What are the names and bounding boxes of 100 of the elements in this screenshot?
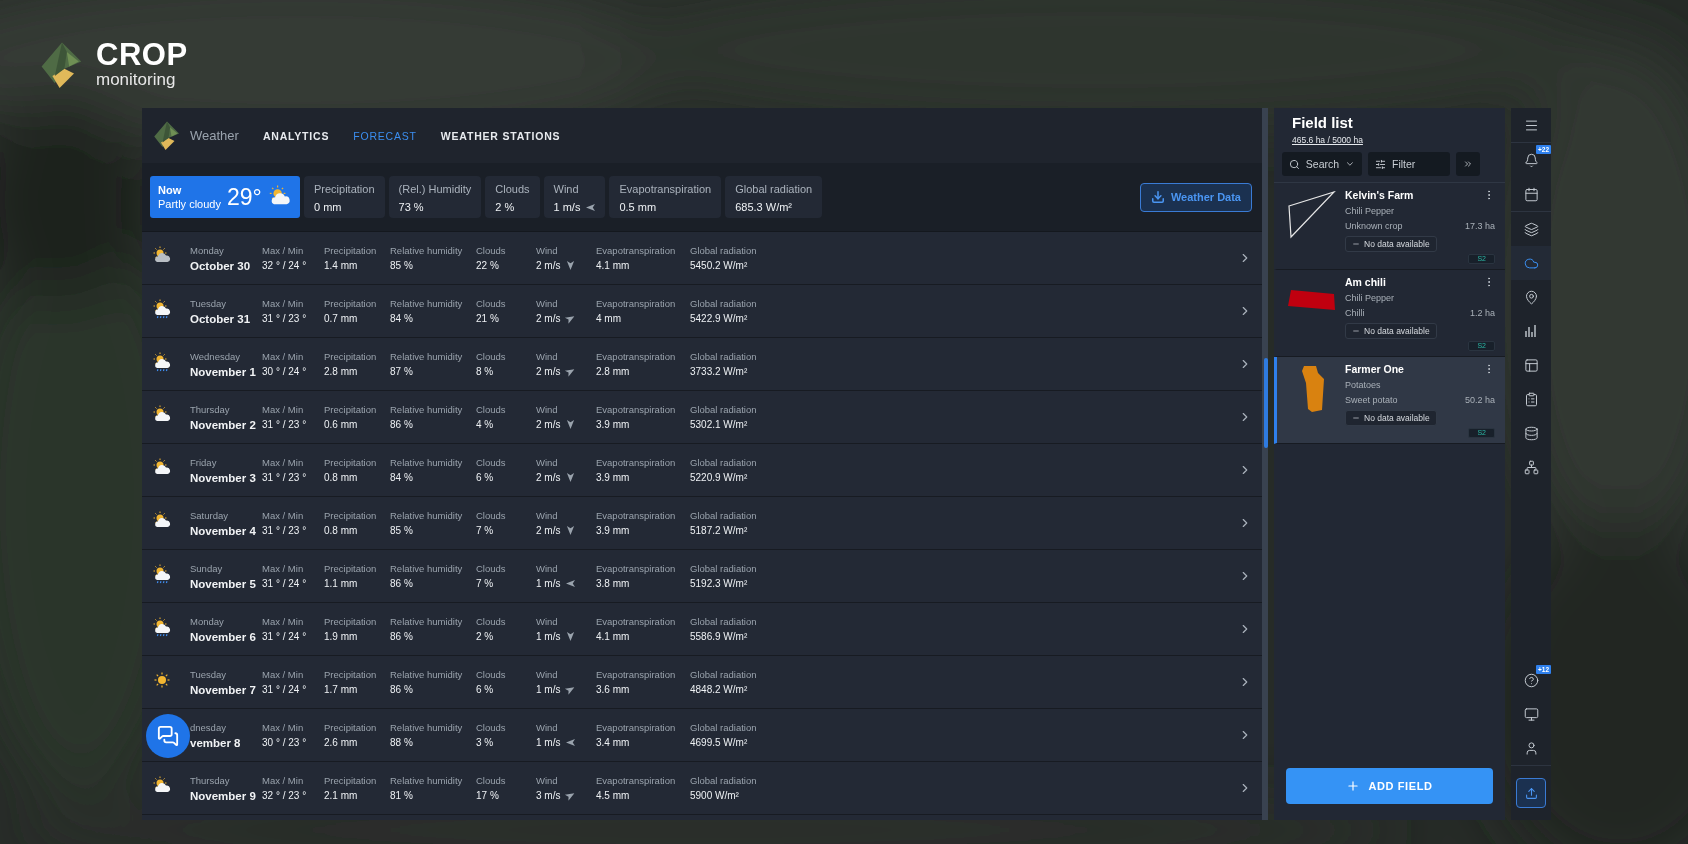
cell-label: Relative humidity [390, 775, 464, 786]
cell-value: 5192.3 W/m² [690, 578, 748, 589]
cell-value: 31 ° / 24 ° [262, 684, 307, 695]
cell-value: 3 m/s [536, 790, 561, 801]
date: vember 8 [190, 736, 242, 749]
cell-value: 2.8 mm [324, 366, 358, 377]
field-area: 50.2 ha [1464, 395, 1495, 405]
cell-label: Max / Min [262, 722, 305, 733]
cell-value: 1 m/s [536, 631, 561, 642]
cell-value: 5450.2 W/m² [690, 260, 748, 271]
cell-label: Global radiation [690, 669, 758, 680]
cell-label: Clouds [476, 616, 507, 627]
search-dropdown[interactable]: Search [1282, 152, 1362, 176]
day-name: Wednesday [190, 350, 241, 362]
cell-value: 1 m/s [536, 737, 561, 748]
cell-label: Relative humidity [390, 351, 464, 362]
cell-label: Precipitation [324, 298, 378, 309]
cell-value: 0.8 mm [324, 472, 358, 483]
crop-name: Chili Pepper [1345, 293, 1396, 303]
cell-label: Max / Min [262, 616, 305, 627]
weather-icon [152, 352, 172, 372]
upload-icon [1524, 786, 1538, 800]
cell-label: Evapotranspiration [596, 245, 677, 256]
stat-label: (Rel.) Humidity [398, 183, 472, 195]
cell-value: 0.8 mm [324, 525, 358, 536]
nav-tab[interactable]: ANALYTICS [262, 125, 330, 146]
cell-value: 1 m/s [536, 578, 561, 589]
cell-value: 4.5 mm [596, 790, 630, 801]
day-name: Thursday [190, 403, 231, 415]
cell-value: 86 % [390, 684, 413, 695]
filter-button[interactable]: Filter [1368, 152, 1450, 176]
cell-value: 86 % [390, 578, 413, 589]
cell-value: 31 ° / 23 ° [262, 313, 307, 324]
cell-label: Precipitation [324, 510, 378, 521]
date: November 2 [190, 418, 257, 431]
cell-label: Precipitation [324, 404, 378, 415]
cell-value: 4 mm [596, 313, 621, 324]
date: October 30 [190, 259, 252, 272]
cell-label: Global radiation [690, 351, 758, 362]
date: November 3 [190, 471, 257, 484]
cell-value: 31 ° / 24 ° [262, 631, 307, 642]
field-name: Kelvin's Farm [1345, 189, 1414, 201]
stat-label: Evapotranspiration [619, 183, 712, 195]
caret-icon [1345, 159, 1355, 169]
field-name: Farmer One [1345, 363, 1404, 375]
cell-label: Relative humidity [390, 616, 464, 627]
weather-data-button[interactable]: Weather Data [1139, 182, 1252, 212]
cell-value: 2 m/s [536, 366, 561, 377]
cell-value: 5422.9 W/m² [690, 313, 748, 324]
cell-value: 85 % [390, 525, 413, 536]
upload-button[interactable] [1516, 778, 1546, 808]
stat-value: 0 mm [314, 201, 342, 213]
cell-label: Wind [536, 245, 559, 256]
wind-arrow-icon [566, 420, 576, 429]
date: November 5 [190, 577, 257, 590]
cell-label: Clouds [476, 404, 507, 415]
cell-label: Clouds [476, 722, 507, 733]
scrollbar[interactable] [1262, 108, 1268, 820]
bell-icon [1523, 152, 1539, 168]
day-name: Friday [190, 456, 218, 468]
cell-value: 84 % [390, 313, 413, 324]
cell-label: Precipitation [324, 722, 378, 733]
cell-value: 1.7 mm [324, 684, 358, 695]
search-icon [1289, 158, 1300, 170]
date: November 4 [190, 524, 257, 537]
cell-value: 3.4 mm [596, 737, 630, 748]
nav-tab[interactable]: WEATHER STATIONS [440, 125, 561, 146]
cell-label: Global radiation [690, 245, 758, 256]
area-link[interactable]: 465.6 ha / 5000 ha [1292, 135, 1497, 145]
cell-value: 86 % [390, 419, 413, 430]
cell-value: 1.9 mm [324, 631, 358, 642]
cell-value: 2.1 mm [324, 790, 358, 801]
stat-label: Precipitation [314, 183, 375, 195]
cell-value: 5586.9 W/m² [690, 631, 748, 642]
cell-label: Wind [536, 563, 559, 574]
scrollbar-thumb[interactable] [1264, 358, 1268, 448]
cell-label: Global radiation [690, 510, 758, 521]
cloud-icon[interactable] [1511, 246, 1551, 280]
cell-value: 7 % [476, 525, 494, 536]
cell-value: 8 % [476, 366, 494, 377]
field-area: 17.3 ha [1464, 221, 1495, 231]
cell-label: Evapotranspiration [596, 510, 677, 521]
cell-value: 85 % [390, 260, 413, 271]
stat-label: Clouds [495, 183, 530, 195]
cell-label: Max / Min [262, 510, 305, 521]
cell-value: 30 ° / 24 ° [262, 366, 307, 377]
cell-label: Wind [536, 775, 559, 786]
cell-label: Wind [536, 722, 559, 733]
wind-arrow-icon [566, 473, 576, 482]
cell-value: 3.9 mm [596, 419, 630, 430]
cell-value: 5187.2 W/m² [690, 525, 748, 536]
nav-tab[interactable]: FORECAST [353, 125, 417, 146]
expand-button[interactable] [1456, 152, 1480, 176]
cell-label: Global radiation [690, 298, 758, 309]
cell-value: 2 m/s [536, 313, 561, 324]
dash-icon [1352, 240, 1360, 248]
status-text: No data available [1364, 326, 1430, 336]
crop-name: Chili Pepper [1345, 206, 1396, 216]
crop-variety: Unknown crop [1345, 221, 1403, 231]
cell-value: 3.9 mm [596, 472, 630, 483]
